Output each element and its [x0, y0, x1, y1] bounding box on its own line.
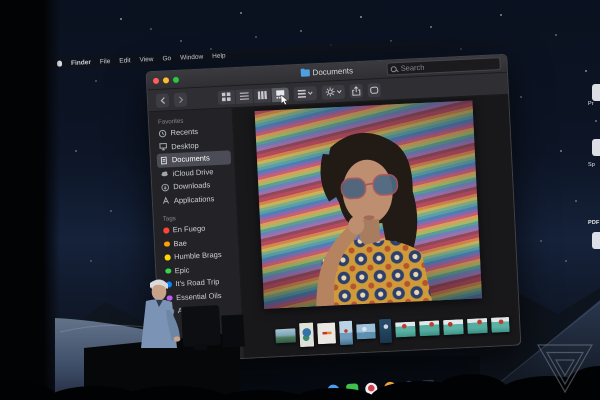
presenter [141, 280, 180, 349]
keynote-photo: { "menu_bar": { "apple_icon": "apple-log… [0, 0, 600, 400]
second-display [221, 314, 245, 347]
verge-logo [533, 336, 597, 396]
stage-foreground [0, 0, 600, 400]
imac-stand [194, 344, 207, 350]
imac-back [181, 305, 221, 347]
